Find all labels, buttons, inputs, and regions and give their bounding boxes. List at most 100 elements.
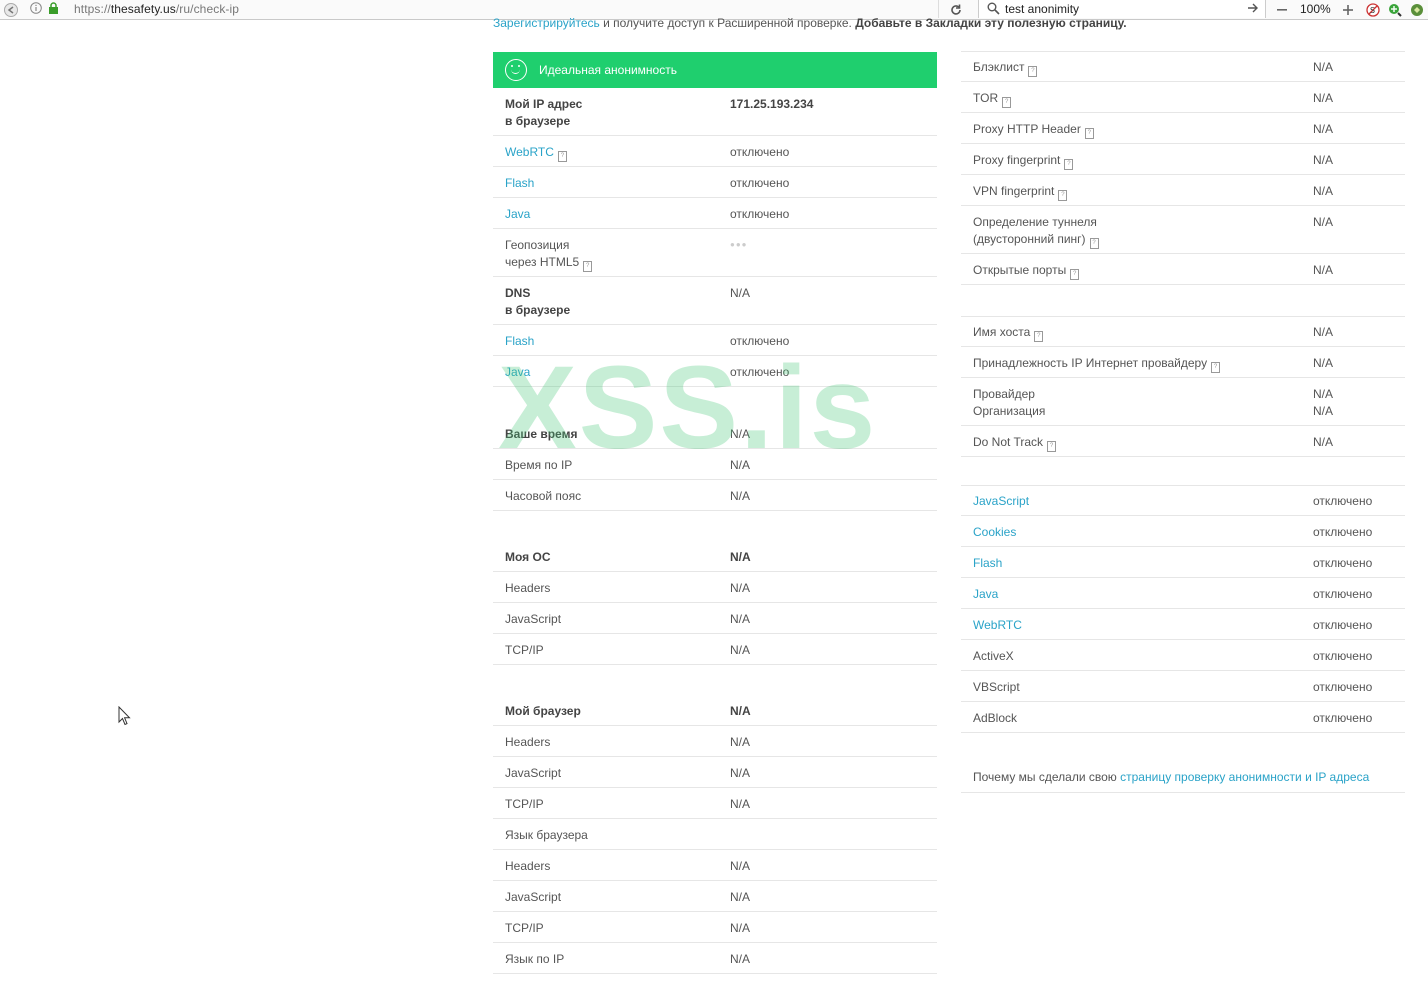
right-table-row: VBScript отключено	[961, 671, 1405, 702]
noscript-icon[interactable]: S	[1364, 1, 1382, 18]
right-table-row: Провайдер Организация N/A N/A	[961, 378, 1405, 426]
left-table-row: TCP/IP N/A	[493, 912, 937, 943]
right-table-value: N/A	[1313, 153, 1334, 167]
right-table-row: Proxy fingerprint? N/A	[961, 144, 1405, 175]
left-table-row: Время по IP N/A	[493, 449, 937, 480]
right-table-row: ActiveX отключено	[961, 640, 1405, 671]
right-table-value: N/A N/A	[1313, 387, 1334, 418]
left-table-label[interactable]: Flash	[505, 333, 534, 350]
left-table-value: N/A	[730, 489, 751, 503]
help-icon[interactable]: ?	[1034, 331, 1044, 342]
footer-note: Почему мы сделали свою страницу проверку…	[973, 770, 1369, 784]
help-icon[interactable]: ?	[583, 261, 593, 272]
right-table-label[interactable]: JavaScript	[973, 493, 1029, 510]
left-table-row: TCP/IP N/A	[493, 634, 937, 665]
right-table-label: ActiveX	[973, 649, 1014, 663]
left-table-row: WebRTC? отключено	[493, 136, 937, 167]
url-text[interactable]: https://thesafety.us/ru/check-ip	[74, 2, 239, 16]
info-icon[interactable]	[30, 2, 42, 17]
right-table-label[interactable]: Cookies	[973, 524, 1016, 541]
group-divider	[961, 485, 1405, 486]
left-table-label: Геопозиция через HTML5?	[505, 237, 593, 272]
right-table-value: отключено	[1313, 556, 1373, 570]
left-table-row: JavaScript N/A	[493, 757, 937, 788]
geolocation-loading-icon: ●●●	[730, 240, 748, 249]
right-table-row: Определение туннеля (двусторонний пинг)? N…	[961, 206, 1405, 254]
right-table-row: AdBlock отключено	[961, 702, 1405, 733]
left-table-label: Headers	[505, 859, 551, 873]
left-table-label[interactable]: Java	[505, 206, 530, 223]
left-table-row: Мой браузер N/A	[493, 695, 937, 726]
left-table-row: Моя ОС N/A	[493, 541, 937, 572]
top-note-text: и получите доступ к Расширенной проверке…	[599, 16, 856, 30]
left-table-value: N/A	[730, 643, 751, 657]
help-icon[interactable]: ?	[557, 151, 567, 162]
left-table-value: N/A	[730, 550, 751, 564]
smile-icon	[505, 59, 527, 81]
right-table-row: Блэклист? N/A	[961, 51, 1405, 82]
left-table-label: Ваше время	[505, 427, 578, 441]
right-table-label[interactable]: Flash	[973, 555, 1002, 572]
extension-icon[interactable]	[1408, 1, 1426, 18]
right-table-row: JavaScript отключено	[961, 485, 1405, 516]
left-table-value: N/A	[730, 766, 751, 780]
right-table-label: VPN fingerprint?	[973, 183, 1068, 201]
left-table-label: Мой браузер	[505, 704, 581, 718]
left-table-value: N/A	[730, 704, 751, 718]
zoom-out-icon[interactable]	[1274, 1, 1290, 18]
right-table-row: Принадлежность IP Интернет провайдеру? N/…	[961, 347, 1405, 378]
left-table-label: Язык браузера	[505, 828, 588, 842]
left-table-value: отключено	[730, 176, 790, 190]
left-table-label: Язык по IP	[505, 952, 565, 966]
left-table-row: Headers N/A	[493, 850, 937, 881]
help-icon[interactable]: ?	[1089, 238, 1099, 249]
left-table-label: TCP/IP	[505, 921, 544, 935]
left-table-value: N/A	[730, 797, 751, 811]
right-table-label: Открытые порты?	[973, 262, 1080, 280]
left-table-value: N/A	[730, 286, 751, 300]
left-table-row: JavaScript N/A	[493, 603, 937, 634]
help-icon[interactable]: ?	[1070, 269, 1080, 280]
left-table-label: Headers	[505, 735, 551, 749]
left-table-label: TCP/IP	[505, 797, 544, 811]
right-table-value: отключено	[1313, 525, 1373, 539]
left-table-row: Язык браузера	[493, 819, 937, 850]
back-icon[interactable]	[2, 1, 20, 18]
help-icon[interactable]: ?	[1047, 441, 1057, 452]
right-table-row: Java отключено	[961, 578, 1405, 609]
right-table-value: N/A	[1313, 122, 1334, 136]
zoom-extension-icon[interactable]	[1386, 1, 1404, 18]
zoom-level[interactable]: 100%	[1300, 2, 1331, 16]
help-icon[interactable]: ?	[1002, 97, 1012, 108]
right-table-label: VBScript	[973, 680, 1020, 694]
help-icon[interactable]: ?	[1211, 362, 1221, 373]
left-table-label[interactable]: Java	[505, 364, 530, 381]
left-table-label[interactable]: WebRTC?	[505, 144, 567, 162]
right-table-value: N/A	[1313, 60, 1334, 74]
search-go-icon[interactable]	[1247, 2, 1259, 17]
anonymity-status: Идеальная анонимность	[539, 63, 677, 77]
right-table-value: N/A	[1313, 184, 1334, 198]
help-icon[interactable]: ?	[1064, 159, 1074, 170]
left-table-label[interactable]: Flash	[505, 175, 534, 192]
right-table-row: Открытые порты? N/A	[961, 254, 1405, 285]
left-table-row: Headers N/A	[493, 726, 937, 757]
help-icon[interactable]: ?	[1058, 190, 1068, 201]
right-table-value: N/A	[1313, 91, 1334, 105]
anonymity-banner: Идеальная анонимность	[493, 52, 937, 88]
left-table-value: отключено	[730, 145, 790, 159]
right-table-label[interactable]: WebRTC	[973, 617, 1022, 634]
footer-note-text: Почему мы сделали свою	[973, 770, 1121, 784]
search-input[interactable]: test anonimity	[1005, 2, 1079, 16]
register-link[interactable]: Зарегистрируйтесь	[493, 16, 600, 30]
right-table-label[interactable]: Java	[973, 586, 998, 603]
zoom-in-icon[interactable]	[1340, 1, 1356, 18]
help-icon[interactable]: ?	[1084, 128, 1094, 139]
left-table-label: Часовой пояс	[505, 489, 582, 503]
left-table-row: DNS в браузере N/A	[493, 277, 937, 325]
anonymity-check-link[interactable]: страницу проверку анонимности и IP адрес…	[1120, 770, 1369, 784]
right-table-row: Имя хоста? N/A	[961, 316, 1405, 347]
right-table-value: отключено	[1313, 649, 1373, 663]
right-table-row: WebRTC отключено	[961, 609, 1405, 640]
help-icon[interactable]: ?	[1028, 66, 1038, 77]
